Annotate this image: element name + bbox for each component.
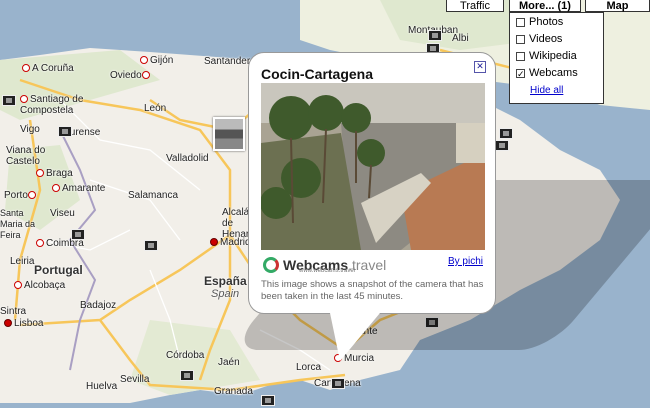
city-badajoz: Badajoz — [80, 300, 117, 311]
snapshot-caption: This image shows a snapshot of the camer… — [261, 279, 484, 302]
popup-pointer — [330, 313, 380, 361]
layer-label: Webcams — [529, 67, 578, 79]
map-type-button[interactable]: Map — [585, 0, 650, 12]
webcam-marker[interactable] — [499, 128, 513, 139]
layer-option-photos[interactable]: Photos — [510, 14, 603, 30]
more-layers-button[interactable]: More... (1) — [509, 0, 581, 12]
webcam-snapshot-drawing — [261, 83, 485, 250]
country-espana: España — [204, 274, 247, 288]
city-jaen: Jaén — [218, 357, 240, 368]
logo-url-text: www.webcams.travel — [299, 268, 356, 274]
city-viana: Viana do Castelo — [6, 145, 46, 167]
webcam-marker[interactable] — [331, 378, 345, 389]
city-madrid: Madrid — [210, 237, 251, 248]
city-leon: León — [144, 103, 167, 114]
city-lisboa: Lisboa — [4, 318, 43, 329]
layer-label: Wikipedia — [529, 50, 577, 62]
city-granada: Granada — [214, 386, 253, 397]
popup-title: Cocin-Cartagena — [261, 66, 374, 82]
webcam-thumbnail-marker[interactable] — [213, 117, 245, 151]
city-santiago: Santiago de Compostela — [20, 94, 84, 116]
city-gijon: Gijón — [140, 55, 173, 66]
city-oviedo: Oviedo — [110, 70, 152, 81]
author-link[interactable]: By pichi — [448, 256, 483, 267]
webcam-snapshot-image[interactable] — [261, 83, 485, 250]
city-cordoba: Córdoba — [166, 350, 205, 361]
checkbox-wikipedia[interactable] — [516, 51, 525, 61]
city-sevilla: Sevilla — [120, 374, 150, 385]
city-braga: Braga — [36, 168, 73, 179]
city-lorca: Lorca — [296, 362, 322, 373]
webcam-marker[interactable] — [495, 140, 509, 151]
city-valladolid: Valladolid — [166, 153, 209, 164]
webcam-marker[interactable] — [144, 240, 158, 251]
layer-option-wikipedia[interactable]: Wikipedia — [510, 48, 603, 64]
city-a-coruna: A Coruña — [22, 63, 74, 74]
city-vigo: Vigo — [20, 124, 40, 135]
city-viseu: Viseu — [50, 208, 75, 219]
country-portugal: Portugal — [34, 263, 83, 277]
city-leiria: Leiria — [10, 256, 35, 267]
city-porto: Porto — [4, 190, 38, 201]
close-icon[interactable]: ✕ — [474, 61, 486, 73]
webcam-marker[interactable] — [58, 126, 72, 137]
city-albi: Albi — [452, 33, 469, 44]
city-huelva: Huelva — [86, 381, 118, 392]
layer-label: Photos — [529, 16, 564, 28]
webcam-info-window: Cocin-Cartagena ✕ Webcams.travel www.web… — [248, 52, 496, 314]
city-salamanca: Salamanca — [128, 190, 179, 201]
traffic-button[interactable]: Traffic — [446, 0, 504, 12]
layer-label: Videos — [529, 33, 563, 45]
checkbox-videos[interactable] — [516, 34, 525, 44]
webcam-marker[interactable] — [71, 229, 85, 240]
webcam-marker[interactable] — [2, 95, 16, 106]
country-spain: Spain — [211, 288, 240, 300]
layers-dropdown: Photos Videos Wikipedia ✓ Webcams Hide al… — [509, 12, 604, 104]
city-alcobaca: Alcobaça — [14, 280, 65, 291]
layer-option-webcams[interactable]: ✓ Webcams — [510, 65, 603, 81]
city-santa-maria-feira: Santa Maria da Feira — [0, 208, 36, 240]
webcam-marker[interactable] — [180, 370, 194, 381]
webcams-logo-icon — [263, 257, 279, 273]
checkbox-webcams[interactable]: ✓ — [516, 68, 525, 78]
checkbox-photos[interactable] — [516, 17, 525, 27]
webcam-marker[interactable] — [261, 395, 275, 406]
city-santander: Santander — [204, 56, 251, 67]
webcam-marker[interactable] — [428, 30, 442, 41]
layer-option-videos[interactable]: Videos — [510, 31, 603, 47]
hide-all-link[interactable]: Hide all — [510, 85, 603, 96]
city-sintra: Sintra — [0, 306, 27, 317]
city-amarante: Amarante — [52, 183, 105, 194]
